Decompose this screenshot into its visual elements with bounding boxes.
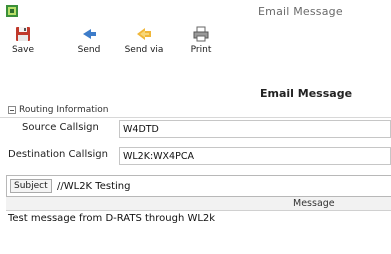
source-callsign-label: Source Callsign <box>22 122 99 133</box>
save-label: Save <box>11 45 35 55</box>
send-via-button[interactable]: Send via <box>122 24 166 64</box>
subject-label: Subject <box>10 179 52 193</box>
destination-callsign-row: Destination Callsign <box>0 146 391 166</box>
print-label: Print <box>190 45 212 55</box>
send-arrow-icon <box>83 29 96 39</box>
print-button[interactable]: Print <box>184 24 218 64</box>
window-title: Email Message <box>258 5 343 18</box>
save-button[interactable]: Save <box>6 24 40 64</box>
title-bar: Email Message <box>0 0 391 22</box>
app-icon <box>6 5 18 17</box>
send-button[interactable]: Send <box>72 24 106 64</box>
message-column-header: Message <box>6 197 391 211</box>
printer-icon <box>193 26 209 42</box>
collapse-icon[interactable] <box>8 106 16 114</box>
source-callsign-row: Source Callsign <box>0 119 391 139</box>
divider <box>0 117 391 118</box>
destination-callsign-field[interactable] <box>119 147 391 165</box>
floppy-save-icon <box>16 27 30 41</box>
subject-bar: Subject <box>6 175 391 197</box>
message-body-text: Test message from D-RATS through WL2k <box>8 213 216 224</box>
source-callsign-field[interactable] <box>119 120 391 138</box>
subject-field[interactable] <box>57 179 387 194</box>
send-label: Send <box>77 45 101 55</box>
routing-section-header[interactable]: Routing Information <box>8 103 108 117</box>
toolbar: Save Send Send via Print <box>0 24 391 68</box>
send-via-icon <box>137 28 151 40</box>
page-title: Email Message <box>260 87 353 100</box>
message-header-label: Message <box>293 198 335 209</box>
send-via-label: Send via <box>124 45 164 55</box>
destination-callsign-label: Destination Callsign <box>8 149 108 160</box>
routing-section-label: Routing Information <box>19 105 109 115</box>
